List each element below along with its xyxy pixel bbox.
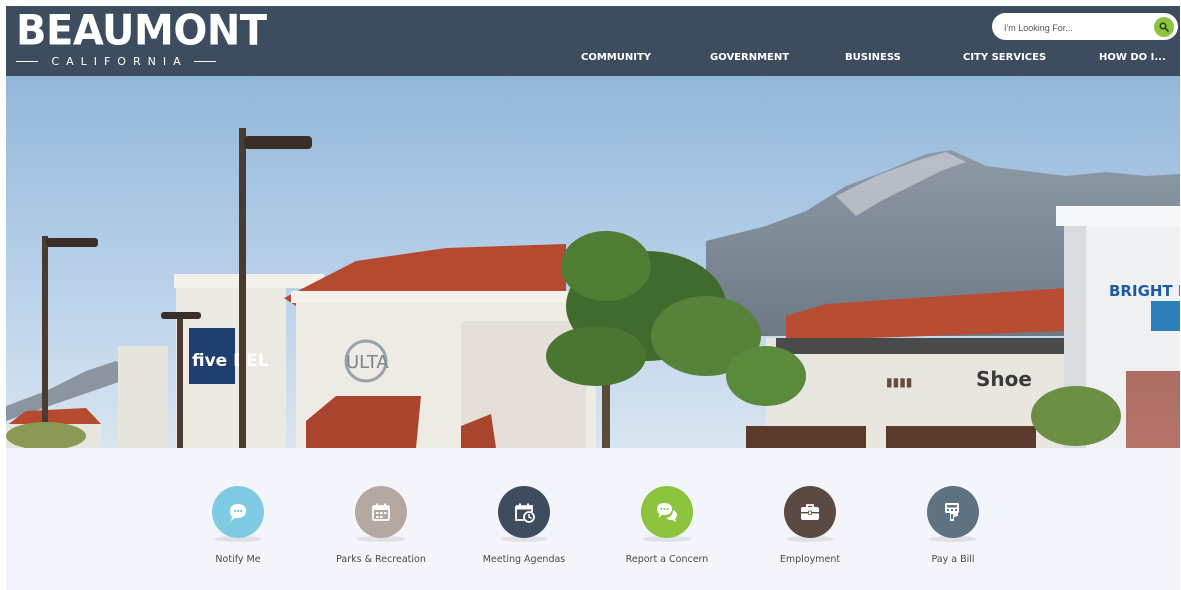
main-nav: COMMUNITY GOVERNMENT BUSINESS CITY SERVI… [566, 52, 1180, 68]
meeting-agendas-label: Meeting Agendas [482, 554, 566, 565]
svg-text:▮▮▮▮: ▮▮▮▮ [886, 375, 912, 389]
calendar-clock-icon [515, 503, 535, 523]
report-concern-label: Report a Concern [625, 554, 709, 565]
nav-community[interactable]: COMMUNITY [581, 52, 651, 63]
sign-ulta: ULTA [346, 352, 389, 373]
logo-subtitle: CALIFORNIA [51, 54, 188, 68]
pay-bill-label: Pay a Bill [931, 554, 975, 565]
sign-five-below: five BEL [192, 351, 269, 371]
sign-shoe: Shoe [976, 367, 1032, 391]
sign-bright-now: BRIGHT N [1109, 282, 1180, 300]
logo-name: BEAUMONT [16, 6, 267, 56]
chat-bubble-icon [230, 504, 246, 521]
nav-city-services[interactable]: CITY SERVICES [963, 52, 1046, 63]
report-concern-circle [641, 486, 693, 538]
quick-link-report-concern[interactable]: Report a Concern [602, 486, 732, 576]
nav-business[interactable]: BUSINESS [845, 52, 901, 63]
quick-link-pay-bill[interactable]: Pay a Bill [888, 486, 1018, 576]
nav-how-do-i[interactable]: HOW DO I... [1099, 52, 1166, 63]
logo-subtitle-row: CALIFORNIA [16, 53, 216, 69]
calendar-icon [372, 503, 390, 521]
hero-image: five BEL ULTA ▮▮▮▮ Shoe BRIGHT N [6, 76, 1180, 448]
quick-link-meeting-agendas[interactable]: Meeting Agendas [459, 486, 589, 576]
search-input[interactable] [1002, 18, 1146, 37]
meeting-agendas-circle [498, 486, 550, 538]
quick-link-notify-me[interactable]: Notify Me [173, 486, 303, 576]
pay-bill-circle [927, 486, 979, 538]
logo-rule-left [16, 60, 39, 62]
quick-links-bar: Notify Me Parks & Recreation Meeting Age… [6, 448, 1180, 590]
nav-government[interactable]: GOVERNMENT [710, 52, 789, 63]
search-icon [1159, 22, 1169, 32]
quick-link-parks-recreation[interactable]: Parks & Recreation [316, 486, 446, 576]
logo-rule-right [193, 60, 216, 62]
parks-recreation-label: Parks & Recreation [336, 554, 426, 565]
hero-photo: five BEL ULTA ▮▮▮▮ Shoe BRIGHT N [6, 76, 1180, 448]
notify-me-label: Notify Me [215, 554, 261, 565]
notify-me-circle [212, 486, 264, 538]
employment-label: Employment [779, 554, 841, 565]
page-frame: BEAUMONT CALIFORNIA COMMUNITY GOVERNMENT… [6, 6, 1180, 590]
site-header: BEAUMONT CALIFORNIA COMMUNITY GOVERNMENT… [6, 6, 1180, 76]
search-box [992, 13, 1178, 40]
employment-circle [784, 486, 836, 538]
briefcase-icon [801, 504, 819, 520]
parks-recreation-circle [355, 486, 407, 538]
speech-bubbles-icon [657, 503, 677, 522]
city-logo[interactable]: BEAUMONT CALIFORNIA [16, 6, 267, 72]
payment-terminal-icon [945, 503, 959, 521]
quick-link-employment[interactable]: Employment [745, 486, 875, 576]
search-button[interactable] [1154, 17, 1174, 37]
